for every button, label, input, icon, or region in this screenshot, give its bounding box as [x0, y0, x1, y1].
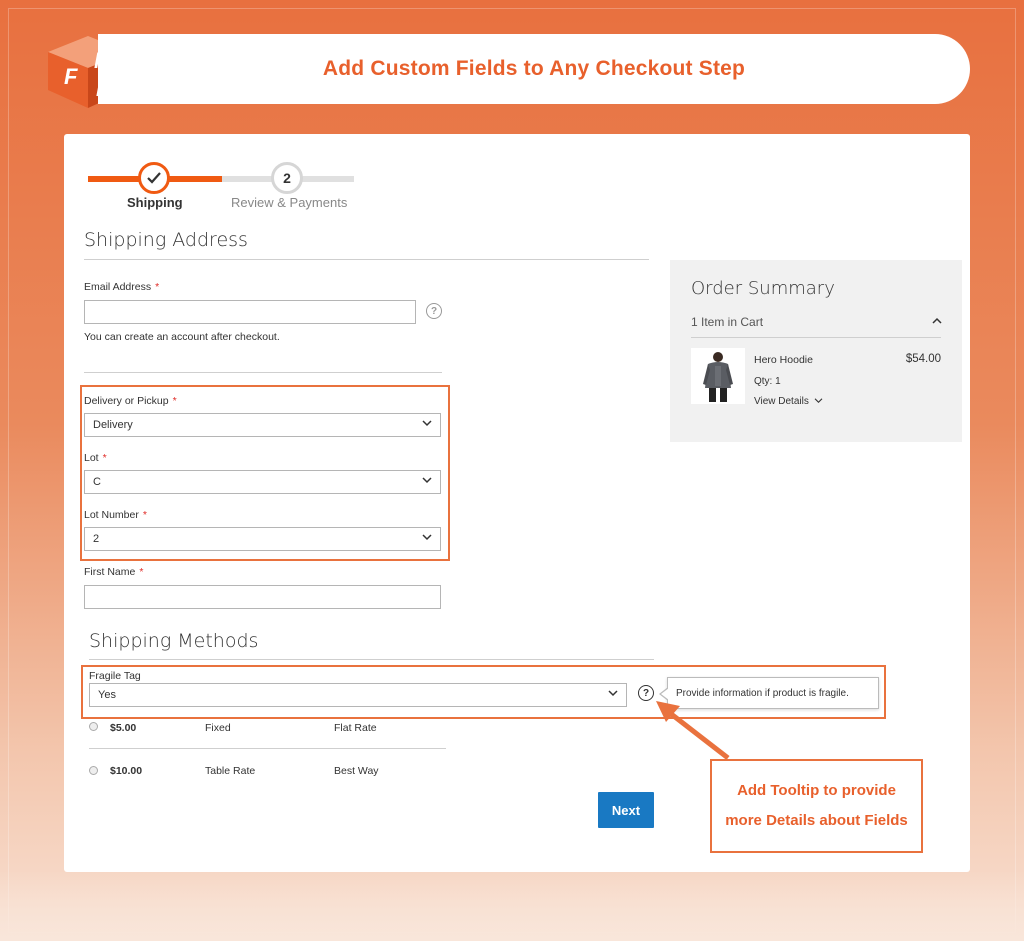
summary-divider — [691, 337, 941, 338]
svg-text:F: F — [64, 64, 78, 89]
rate-price: $5.00 — [110, 722, 137, 734]
delivery-value: Delivery — [93, 419, 133, 431]
next-button[interactable]: Next — [598, 792, 654, 828]
email-note: You can create an account after checkout… — [84, 331, 280, 343]
rate-radio[interactable] — [89, 766, 98, 775]
bottom-band — [0, 871, 1024, 941]
chevron-down-icon — [422, 420, 432, 427]
chevron-down-icon — [814, 398, 823, 404]
step-shipping-label[interactable]: Shipping — [127, 195, 183, 210]
step-number: 2 — [283, 170, 291, 186]
chevron-down-icon — [422, 534, 432, 541]
section-divider — [84, 259, 649, 260]
product-thumbnail — [691, 348, 745, 404]
fragile-tooltip: Provide information if product is fragil… — [659, 677, 879, 709]
fragile-label: Fragile Tag — [89, 670, 141, 682]
rate-carrier: Best Way — [334, 765, 379, 777]
fragile-select[interactable]: Yes — [89, 683, 627, 707]
lot-number-select[interactable]: 2 — [84, 527, 441, 551]
item-qty: Qty: 1 — [754, 376, 781, 387]
lot-number-label: Lot Number * — [84, 509, 147, 521]
hoodie-image-icon — [703, 352, 733, 402]
email-field[interactable] — [84, 300, 416, 324]
shipping-methods-title: Shipping Methods — [89, 630, 259, 652]
item-name[interactable]: Hero Hoodie — [754, 354, 813, 366]
step-shipping-circle[interactable] — [138, 162, 170, 194]
tooltip-text: Provide information if product is fragil… — [676, 687, 849, 699]
chevron-down-icon — [422, 477, 432, 484]
first-name-label: First Name * — [84, 566, 144, 578]
rate-method: Table Rate — [205, 765, 256, 777]
item-price: $54.00 — [905, 353, 941, 365]
lot-number-value: 2 — [93, 533, 100, 545]
check-icon — [147, 172, 161, 184]
lot-label: Lot * — [84, 452, 107, 464]
lot-value: C — [93, 476, 101, 488]
shipping-address-title: Shipping Address — [84, 229, 248, 251]
rate-radio[interactable] — [89, 722, 98, 731]
order-summary-title: Order Summary — [691, 278, 835, 299]
rate-carrier: Flat Rate — [334, 722, 377, 734]
delivery-select[interactable]: Delivery — [84, 413, 441, 437]
fragile-help-icon[interactable]: ? — [638, 685, 654, 701]
view-details-toggle[interactable]: View Details — [754, 396, 823, 407]
fragile-value: Yes — [98, 689, 116, 701]
chevron-down-icon — [608, 690, 618, 697]
callout-line-1: Add Tooltip to provide — [737, 782, 896, 799]
callout-line-2: more Details about Fields — [725, 812, 908, 829]
email-divider — [84, 372, 442, 373]
email-label: Email Address * — [84, 281, 160, 293]
rate-price: $10.00 — [110, 765, 143, 777]
order-summary: Order Summary 1 Item in Cart Hero Hoodie… — [670, 260, 962, 442]
first-name-field[interactable] — [84, 585, 441, 609]
rate-method: Fixed — [205, 722, 231, 734]
cart-count[interactable]: 1 Item in Cart — [691, 315, 763, 329]
chevron-up-icon[interactable] — [932, 317, 942, 325]
lot-select[interactable]: C — [84, 470, 441, 494]
email-help-icon[interactable]: ? — [426, 303, 442, 319]
step-review-label[interactable]: Review & Payments — [231, 195, 347, 210]
step-review-circle[interactable]: 2 — [271, 162, 303, 194]
header-banner: Add Custom Fields to Any Checkout Step — [98, 34, 970, 104]
methods-divider — [89, 659, 654, 660]
delivery-label: Delivery or Pickup * — [84, 395, 177, 407]
callout-box: Add Tooltip to provide more Details abou… — [710, 759, 923, 853]
banner-title: Add Custom Fields to Any Checkout Step — [322, 57, 746, 80]
rate-divider — [89, 748, 446, 749]
